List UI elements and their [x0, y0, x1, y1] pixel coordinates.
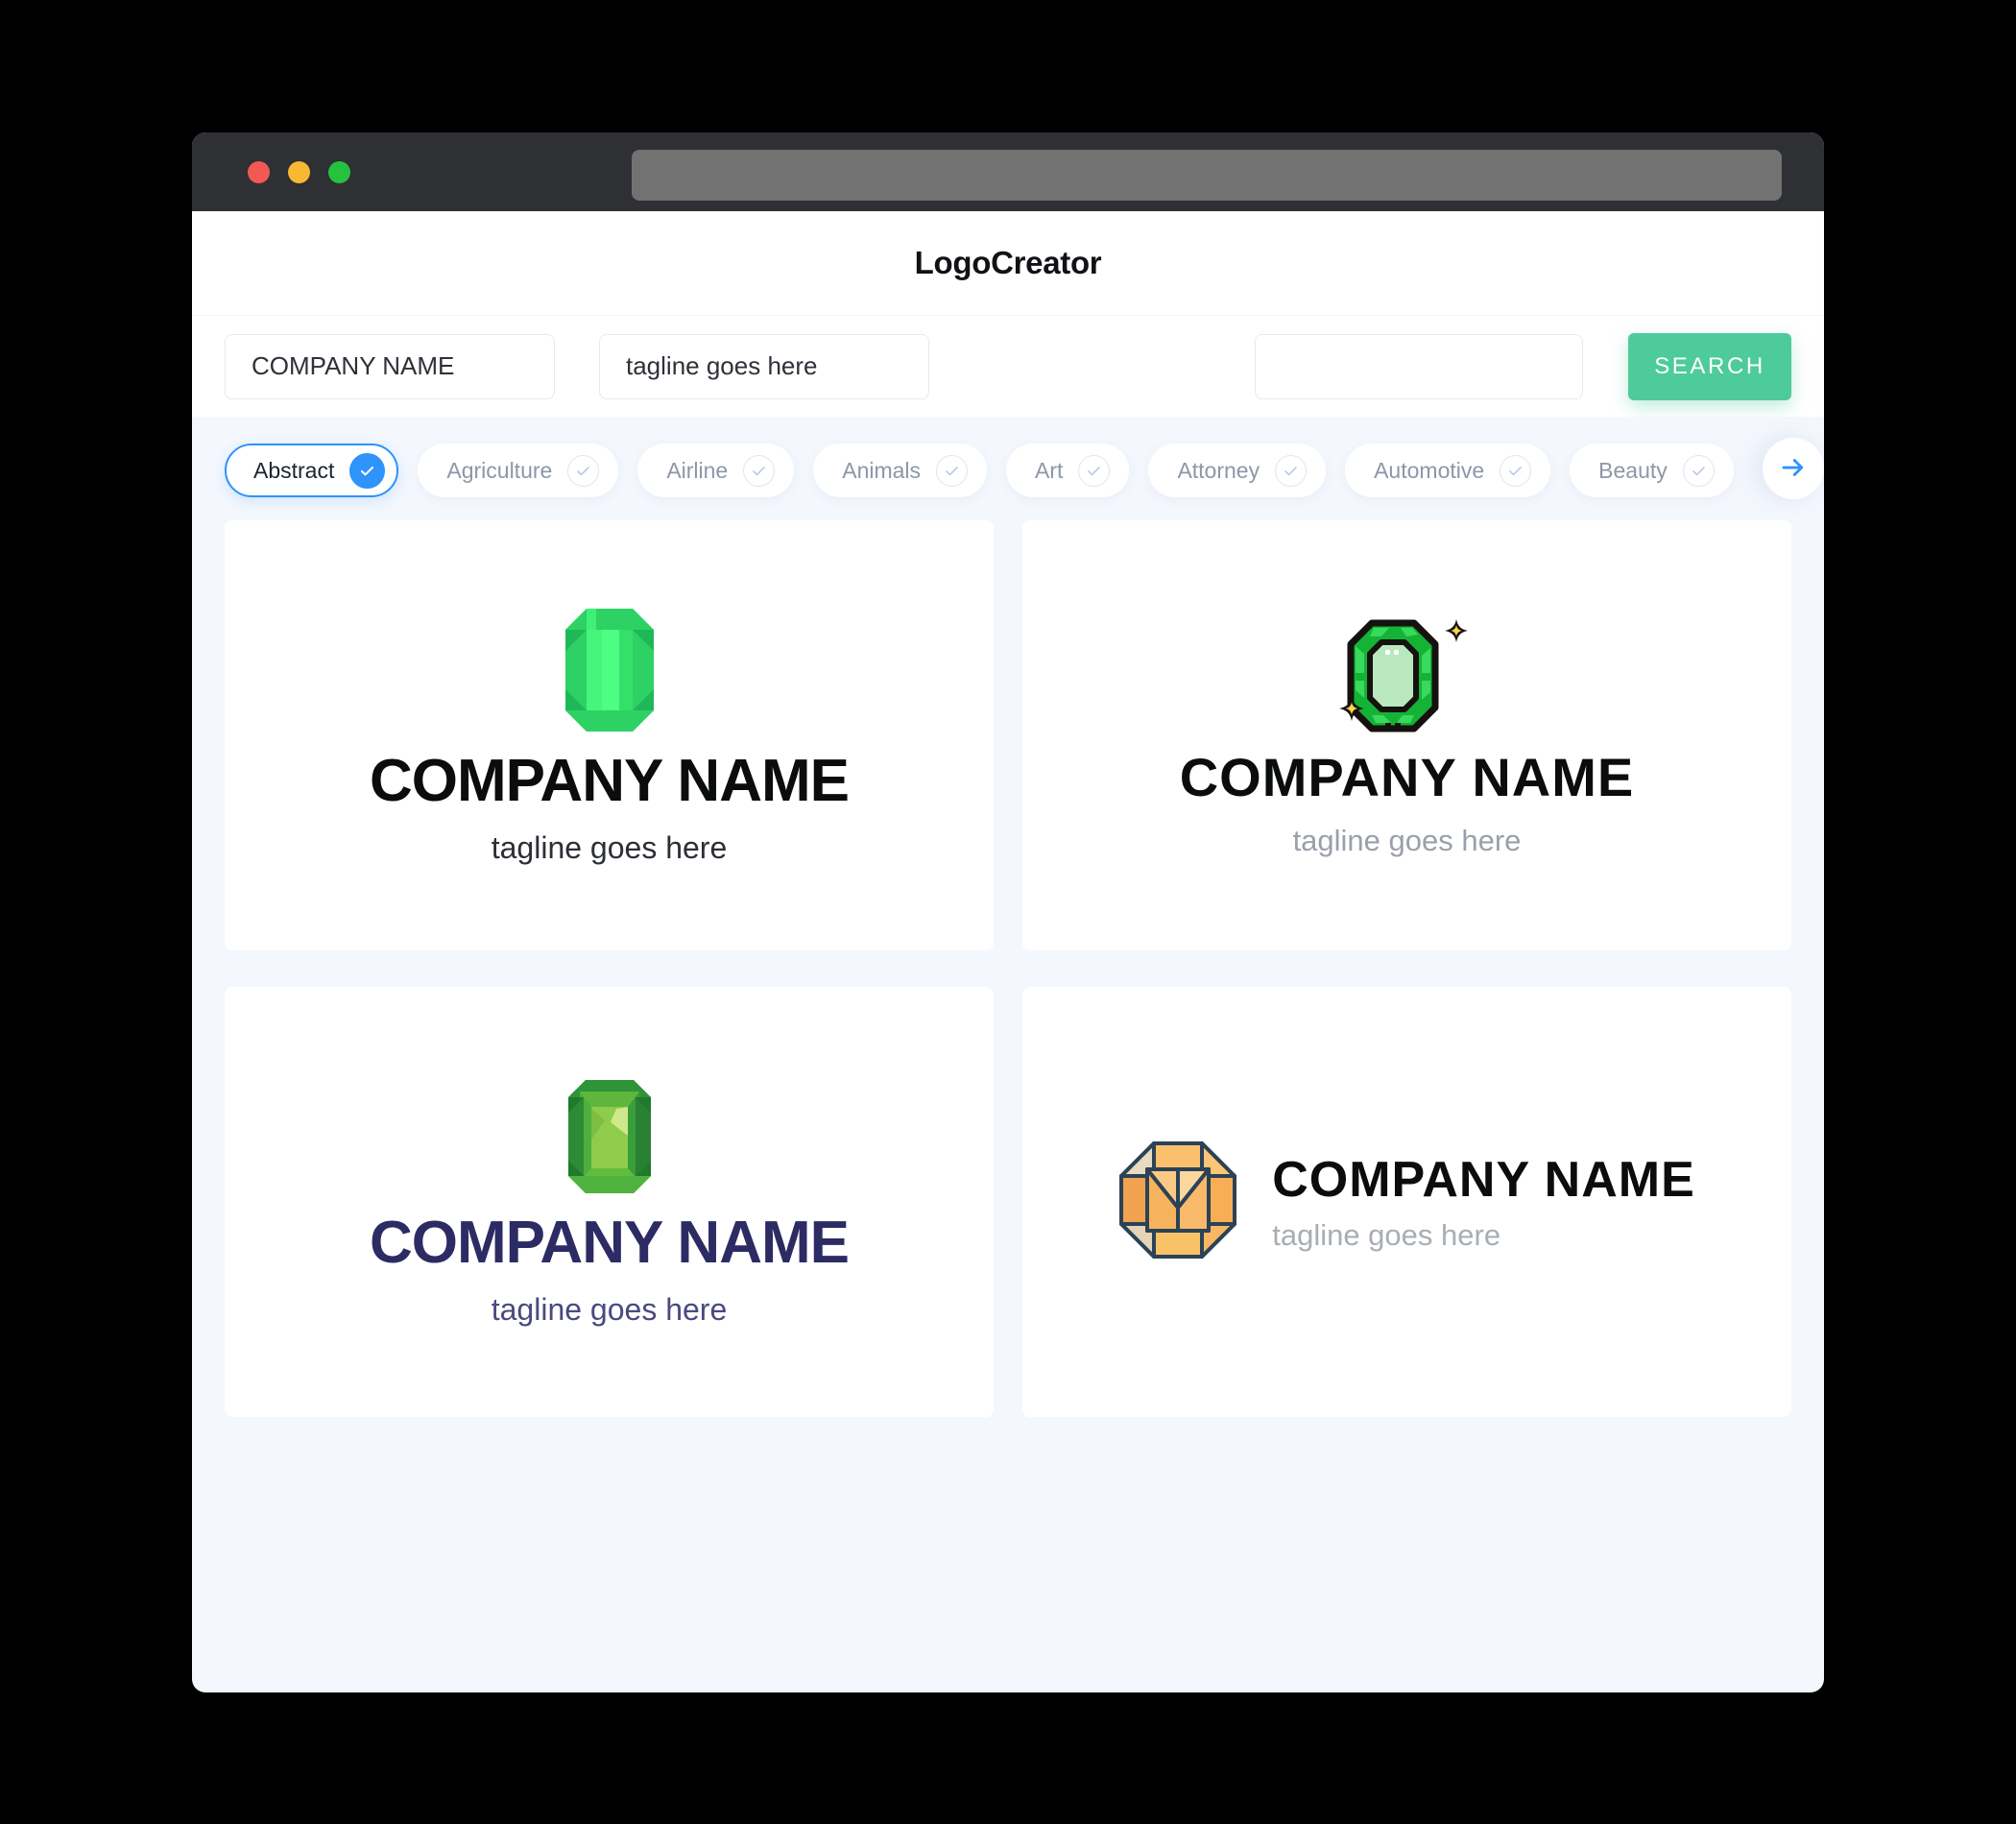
check-icon	[1275, 454, 1308, 487]
browser-titlebar	[192, 132, 1824, 211]
category-chip-label: Automotive	[1374, 457, 1485, 483]
traffic-light-controls	[248, 160, 350, 183]
category-chip-label: Art	[1035, 457, 1064, 483]
check-icon	[1500, 454, 1532, 487]
category-chip-abstract[interactable]: Abstract	[225, 444, 399, 497]
logo-card[interactable]: COMPANY NAME tagline goes here	[1022, 987, 1791, 1417]
category-chip-beauty[interactable]: Beauty	[1570, 444, 1734, 497]
category-chip-label: Attorney	[1177, 457, 1260, 483]
emerald-gem-outline-sparkle-icon	[1339, 615, 1474, 741]
logo-company-name: COMPANY NAME	[370, 747, 850, 814]
octagon-gem-icon	[1118, 1140, 1237, 1264]
company-name-input[interactable]	[225, 333, 555, 399]
browser-url-bar[interactable]	[632, 150, 1782, 201]
close-window-button[interactable]	[248, 160, 270, 183]
logo-tagline: tagline goes here	[491, 1291, 728, 1327]
search-button[interactable]: SEARCH	[1628, 332, 1791, 400]
logo-company-name: COMPANY NAME	[1179, 747, 1635, 807]
category-chip-label: Animals	[842, 457, 922, 483]
category-chip-label: Beauty	[1598, 457, 1668, 483]
logo-tagline: tagline goes here	[1272, 1217, 1501, 1252]
emerald-gem-faceted-icon	[567, 1079, 651, 1198]
logo-company-name: COMPANY NAME	[370, 1209, 850, 1276]
category-chip-label: Airline	[666, 457, 729, 483]
app-header: LogoCreator	[192, 211, 1824, 315]
logo-company-name: COMPANY NAME	[1272, 1151, 1695, 1208]
category-chip-automotive[interactable]: Automotive	[1345, 444, 1551, 497]
logo-tagline: tagline goes here	[1292, 824, 1522, 857]
emerald-gem-icon	[564, 608, 654, 736]
minimize-window-button[interactable]	[288, 160, 310, 183]
search-toolbar: SEARCH	[192, 315, 1824, 417]
category-chip-art[interactable]: Art	[1006, 444, 1130, 497]
categories-next-button[interactable]	[1763, 438, 1824, 499]
category-chip-animals[interactable]: Animals	[813, 444, 988, 497]
logo-results-grid: COMPANY NAME tagline goes here COMPANY N…	[192, 520, 1824, 1450]
category-filter-bar: Abstract Agriculture Airline Animals Art…	[192, 417, 1824, 520]
category-chip-label: Abstract	[253, 457, 335, 483]
category-chip-list: Abstract Agriculture Airline Animals Art…	[225, 444, 1824, 497]
check-icon	[349, 452, 386, 489]
keyword-input[interactable]	[1255, 333, 1583, 399]
browser-window: LogoCreator SEARCH Abstract Agriculture	[192, 132, 1824, 1692]
logo-card[interactable]: COMPANY NAME tagline goes here	[225, 987, 994, 1417]
tagline-input[interactable]	[599, 333, 929, 399]
app-title: LogoCreator	[914, 245, 1102, 280]
category-chip-airline[interactable]: Airline	[637, 444, 795, 497]
check-icon	[1078, 454, 1111, 487]
logo-card[interactable]: COMPANY NAME tagline goes here	[225, 520, 994, 950]
check-icon	[1682, 454, 1715, 487]
maximize-window-button[interactable]	[328, 160, 350, 183]
category-chip-attorney[interactable]: Attorney	[1148, 444, 1327, 497]
check-icon	[936, 454, 969, 487]
category-chip-agriculture[interactable]: Agriculture	[418, 444, 619, 497]
logo-card[interactable]: COMPANY NAME tagline goes here	[1022, 520, 1791, 950]
check-icon	[567, 454, 600, 487]
logo-tagline: tagline goes here	[491, 829, 728, 865]
category-chip-label: Agriculture	[446, 457, 553, 483]
check-icon	[743, 454, 776, 487]
arrow-right-icon	[1779, 453, 1808, 485]
